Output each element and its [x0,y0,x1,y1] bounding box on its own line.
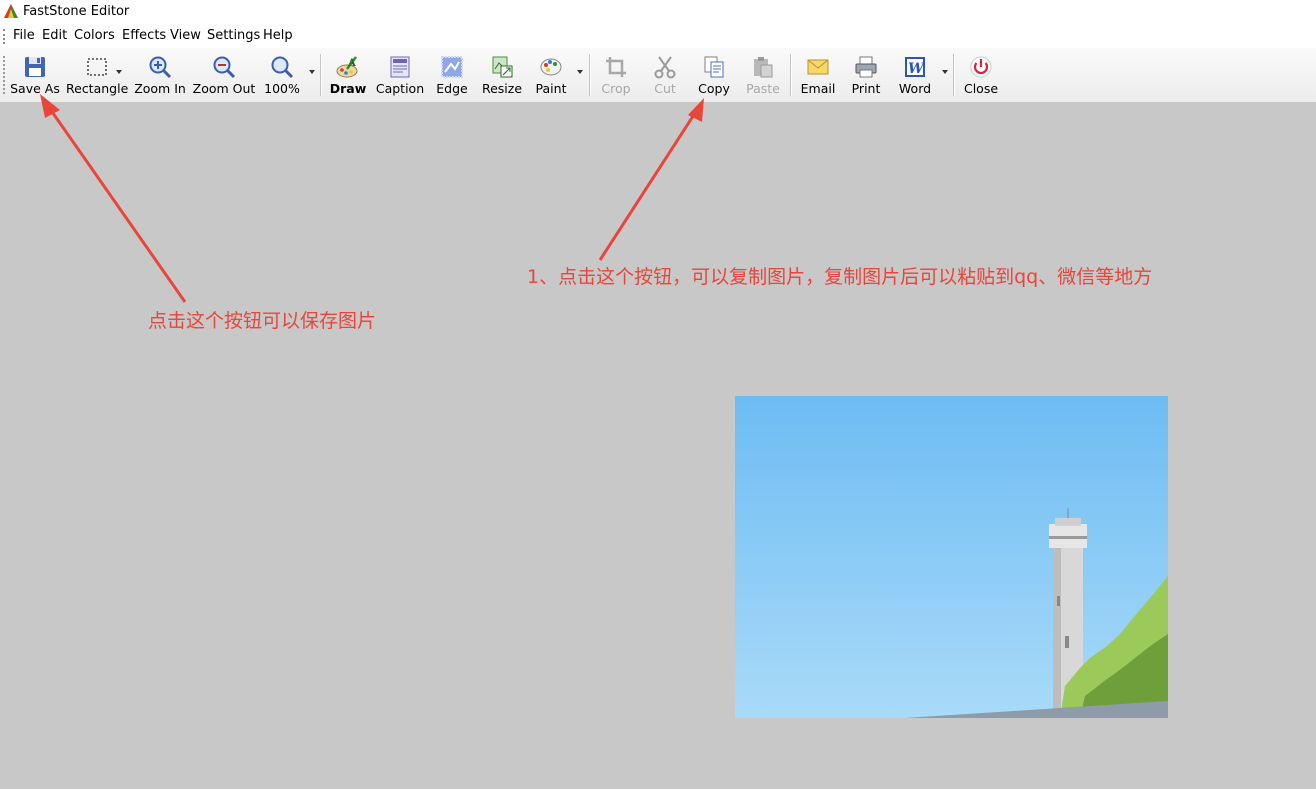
copy-annotation: 1、点击这个按钮，可以复制图片，复制图片后可以粘贴到qq、微信等地方 [527,266,1153,288]
save-annotation: 点击这个按钮可以保存图片 [148,310,377,332]
arrow-line [598,109,699,261]
annotation-arrows [40,94,704,303]
arrowhead [40,94,60,118]
arrow-line [46,105,187,303]
